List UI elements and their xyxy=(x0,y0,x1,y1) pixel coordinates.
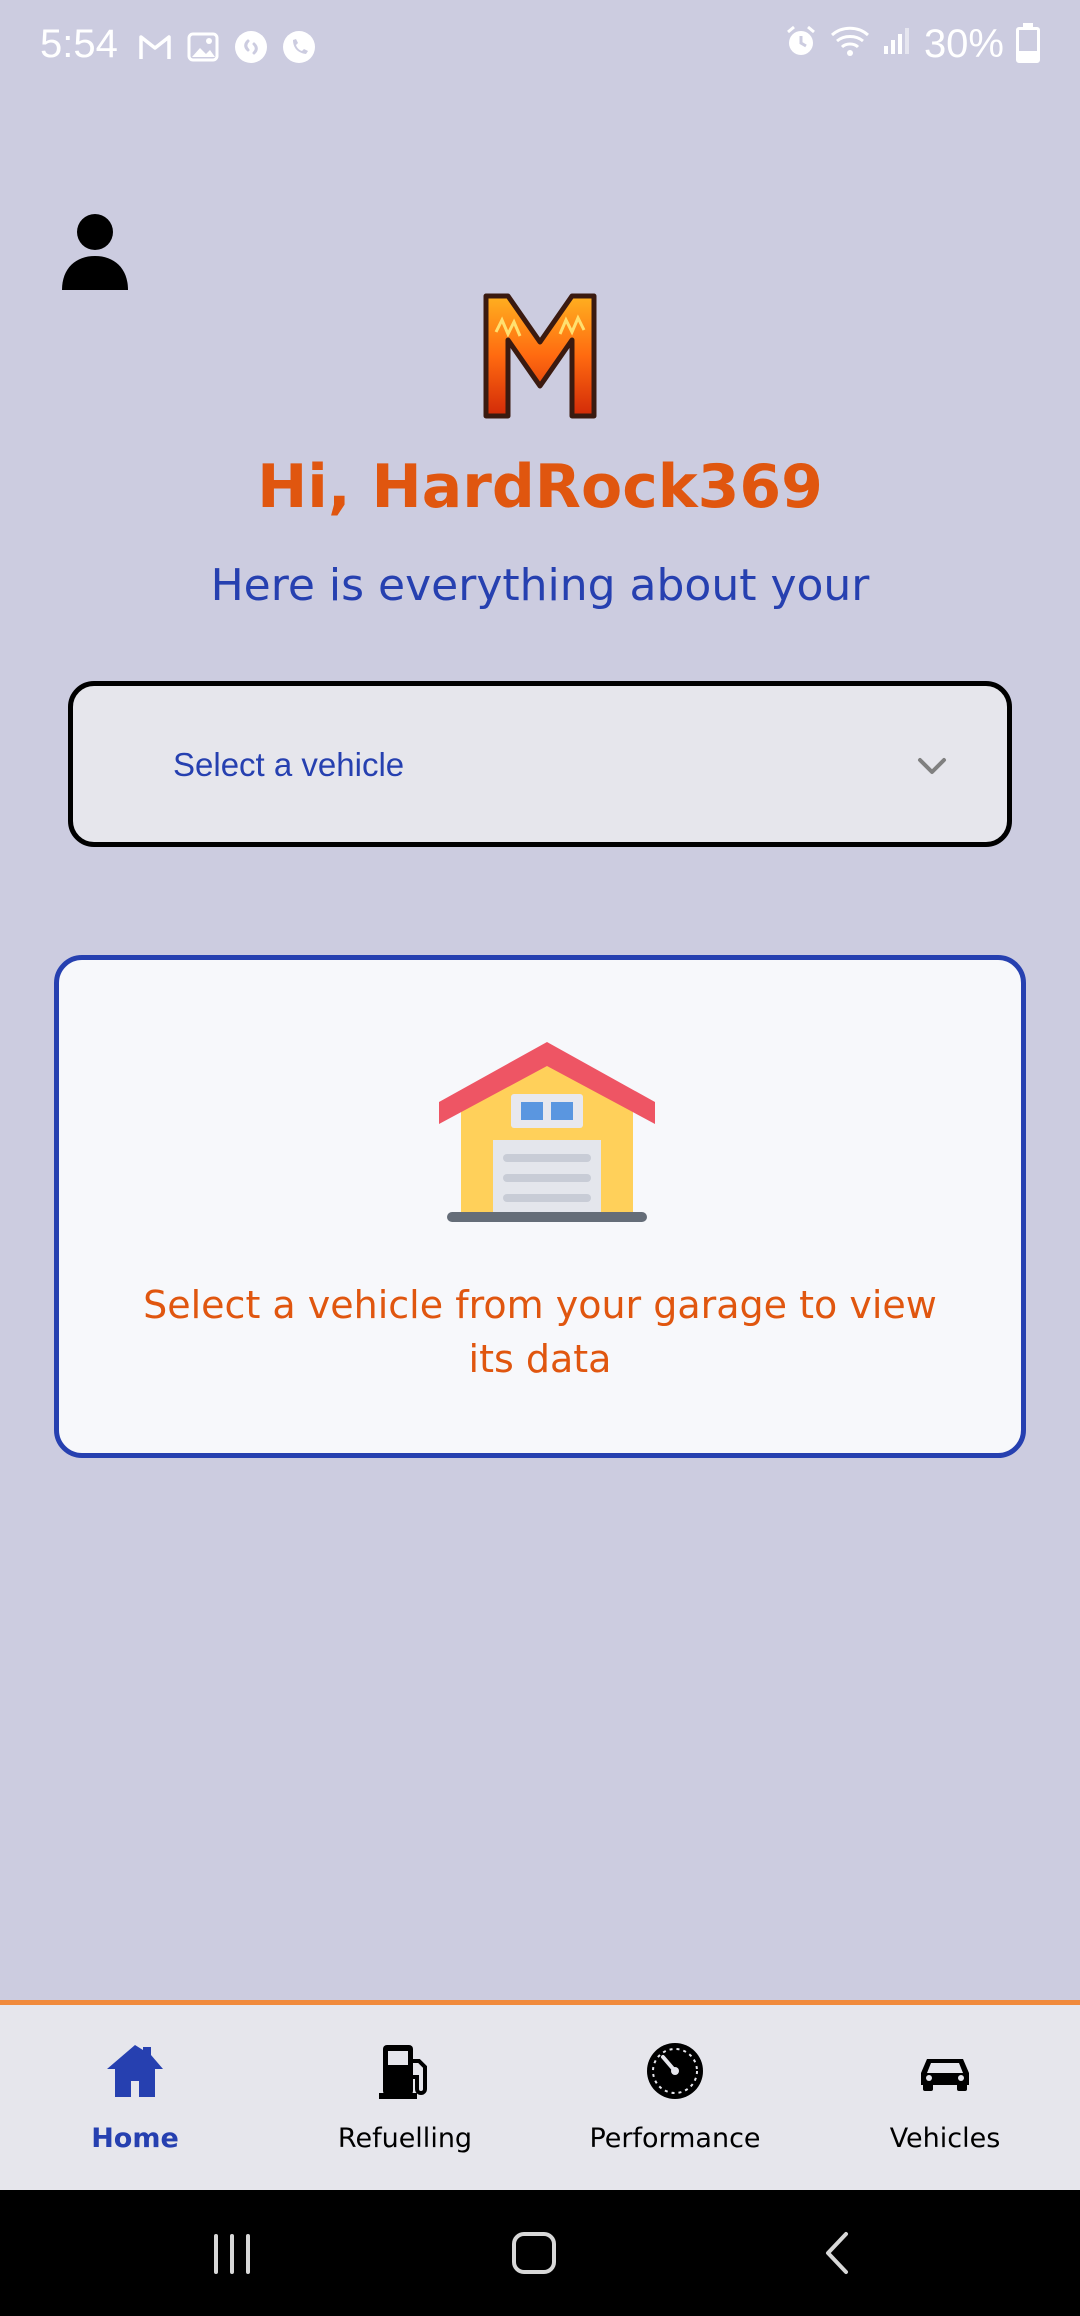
status-time: 5:54 xyxy=(40,22,118,66)
nav-label-performance: Performance xyxy=(589,2123,761,2154)
home-icon xyxy=(107,2045,163,2097)
system-status: 30% xyxy=(784,22,1040,67)
battery-icon xyxy=(1016,22,1040,63)
gmail-icon xyxy=(138,30,172,64)
status-bar: 5:54 30% xyxy=(0,0,1080,96)
chevron-down-icon xyxy=(918,758,946,774)
empty-state-message: Select a vehicle from your garage to vie… xyxy=(143,1283,937,1381)
signal-icon xyxy=(882,26,912,64)
nav-label-vehicles: Vehicles xyxy=(889,2123,1001,2154)
profile-button[interactable] xyxy=(60,212,130,292)
greeting-subtitle: Here is everything about your xyxy=(210,560,870,611)
vehicle-select-placeholder: Select a vehicle xyxy=(173,746,405,783)
viber-icon xyxy=(282,30,316,64)
shazam-icon xyxy=(234,30,268,64)
battery-percentage: 30% xyxy=(923,22,1004,66)
nav-item-performance[interactable]: Performance xyxy=(540,2035,810,2154)
wifi-icon xyxy=(830,25,870,65)
vehicle-select[interactable]: Select a vehicle xyxy=(68,681,1012,847)
nav-item-home[interactable]: Home xyxy=(0,2035,270,2154)
empty-state-card: Select a vehicle from your garage to vie… xyxy=(54,955,1026,1458)
speedometer-icon xyxy=(647,2043,703,2099)
system-navigation-bar xyxy=(0,2190,1080,2316)
car-icon xyxy=(921,2059,969,2091)
greeting-heading: Hi, HardRock369 xyxy=(257,452,823,522)
bottom-navigation: Home Refuelling Performance Vehicles xyxy=(0,2000,1080,2190)
garage-icon xyxy=(439,1042,655,1222)
home-button-icon[interactable] xyxy=(504,2228,564,2278)
gallery-icon xyxy=(186,30,220,64)
fuel-pump-icon xyxy=(379,2045,427,2099)
recent-apps-icon[interactable] xyxy=(202,2228,262,2278)
nav-item-vehicles[interactable]: Vehicles xyxy=(810,2035,1080,2154)
nav-label-home: Home xyxy=(91,2123,179,2154)
back-icon[interactable] xyxy=(808,2228,868,2278)
nav-item-refuelling[interactable]: Refuelling xyxy=(270,2035,540,2154)
alarm-icon xyxy=(784,24,818,66)
user-icon xyxy=(62,214,128,290)
nav-label-refuelling: Refuelling xyxy=(337,2123,473,2154)
app-logo xyxy=(482,292,598,420)
notification-icons xyxy=(138,30,316,64)
